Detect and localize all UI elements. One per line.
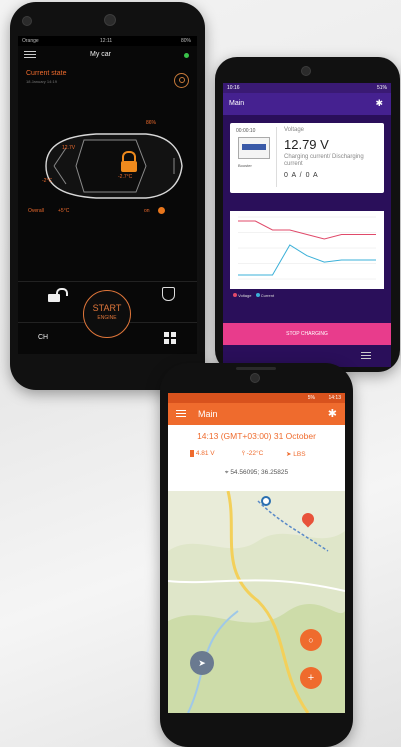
legend-current: Current (260, 293, 275, 298)
card-divider (276, 127, 277, 187)
app-header: My car (18, 47, 197, 63)
legend-voltage: Voltage (238, 293, 252, 298)
voltage-value: 4.81 V (195, 450, 215, 458)
front-camera (301, 66, 311, 76)
start-engine-button[interactable]: START ENGINE (83, 290, 131, 338)
engine-label: ENGINE (97, 315, 117, 321)
navigation-arrow-icon: ➤ (286, 451, 292, 458)
list-icon[interactable] (361, 352, 371, 359)
engine-icon (158, 207, 165, 214)
route-start-marker[interactable] (261, 496, 271, 506)
engine-temp: -2.7°C (118, 174, 133, 180)
device-label: Booster (238, 163, 252, 168)
online-dot-icon (184, 53, 189, 58)
indicator-middle: +5°C (58, 208, 70, 214)
status-time: 14:13 (328, 395, 341, 401)
coords-value: 54.56095; 36.25825 (230, 469, 289, 476)
temperature-value: -22°C (246, 450, 264, 457)
timer-value: 00:00:10 (236, 128, 256, 134)
battery-level: 51% (376, 85, 387, 91)
tracker-app-screen: 5% 14:13 Main ✱ 14:13 (GMT+03:00) 31 Oct… (168, 393, 345, 713)
datetime-line: 14:13 (GMT+03:00) 31 October (197, 431, 316, 441)
earpiece (236, 367, 276, 370)
voltage-stat: 4.81 V (190, 450, 215, 457)
battery-level: 5% (307, 395, 315, 401)
front-camera (250, 373, 260, 383)
unlock-icon[interactable] (48, 288, 68, 302)
indicator-right: on (144, 208, 150, 214)
ch-button[interactable]: CH (38, 334, 48, 341)
bluetooth-icon[interactable]: ✱ (375, 98, 383, 109)
app-header: Main ✱ (223, 93, 391, 115)
booster-device-icon (238, 137, 270, 159)
coords-line: ⌖ 54.56095; 36.25825 (168, 469, 345, 477)
series-line-current (238, 244, 376, 276)
state-title: Current state (26, 70, 67, 77)
add-button[interactable]: + (300, 667, 322, 689)
stop-charging-button[interactable]: STOP CHARGING (223, 323, 391, 345)
battery-icon (190, 450, 194, 457)
front-sensor (104, 14, 116, 26)
app-header: Main ✱ (168, 403, 345, 425)
carrier-label: Orange (22, 38, 39, 44)
temperature-stat: ⫯ -22°C (242, 450, 263, 458)
shield-icon[interactable] (162, 287, 175, 301)
phone-car-app: Orange 12:11 80% My car Current state 18… (10, 2, 205, 390)
status-time: 10:16 (227, 85, 240, 91)
car-top-view (45, 133, 183, 199)
current-value: 0 A / 0 A (284, 172, 319, 179)
voltage-current-chart (238, 216, 376, 280)
status-time: 12:11 (100, 38, 113, 44)
status-bar: Orange 12:11 80% (18, 36, 197, 46)
charger-app-screen: 10:16 51% Main ✱ 00:00:10 Booster Voltag… (223, 83, 391, 367)
current-label: Charging current/ Discharging current (284, 154, 364, 167)
status-bar: 5% 14:13 (168, 393, 345, 403)
menu-icon[interactable] (24, 51, 36, 59)
voltage-label: Voltage (284, 127, 305, 133)
phone-charger-app: 10:16 51% Main ✱ 00:00:10 Booster Voltag… (215, 57, 400, 372)
start-label: START (92, 303, 122, 313)
legend-dot-current (255, 293, 260, 297)
status-bar: 10:16 51% (223, 83, 391, 93)
thermometer-icon: ⫯ (242, 450, 245, 457)
indicator-left: Overall (28, 208, 44, 214)
phone-tracker-app: 5% 14:13 Main ✱ 14:13 (GMT+03:00) 31 Oct… (160, 363, 353, 747)
map-pin-icon: ⌖ (224, 469, 229, 476)
car-app-screen: Orange 12:11 80% My car Current state 18… (18, 36, 197, 354)
series-line-voltage (238, 220, 376, 240)
navigation-button[interactable]: ➤ (190, 651, 214, 675)
lock-icon[interactable] (121, 151, 137, 172)
header-title: Main (198, 409, 218, 419)
grid-menu-icon[interactable] (164, 332, 176, 344)
signal-value: LBS (293, 451, 306, 458)
divider (18, 281, 197, 282)
voltage-value: 12.79 V (284, 137, 329, 152)
legend-dot-voltage (233, 293, 237, 297)
menu-icon[interactable] (176, 410, 186, 418)
state-date: 18 January 14:19 (26, 79, 57, 84)
status-card: 00:00:10 Booster Voltage 12.79 V Chargin… (230, 123, 384, 193)
map-view[interactable]: ○ + ➤ (168, 490, 345, 713)
bluetooth-icon[interactable]: ✱ (328, 407, 337, 420)
chart-legend: Voltage Current (233, 293, 274, 298)
chart-area (230, 211, 384, 289)
header-title: My car (90, 51, 111, 58)
battery-voltage: 12.7V (62, 145, 76, 151)
signal-stat: ➤ LBS (286, 450, 306, 458)
front-camera (22, 16, 32, 26)
battery-level: 80% (180, 38, 191, 44)
header-title: Main (229, 100, 245, 107)
refresh-button[interactable]: ○ (300, 629, 322, 651)
outside-temp: -2°C (42, 178, 53, 184)
location-pin-icon[interactable] (174, 73, 189, 88)
